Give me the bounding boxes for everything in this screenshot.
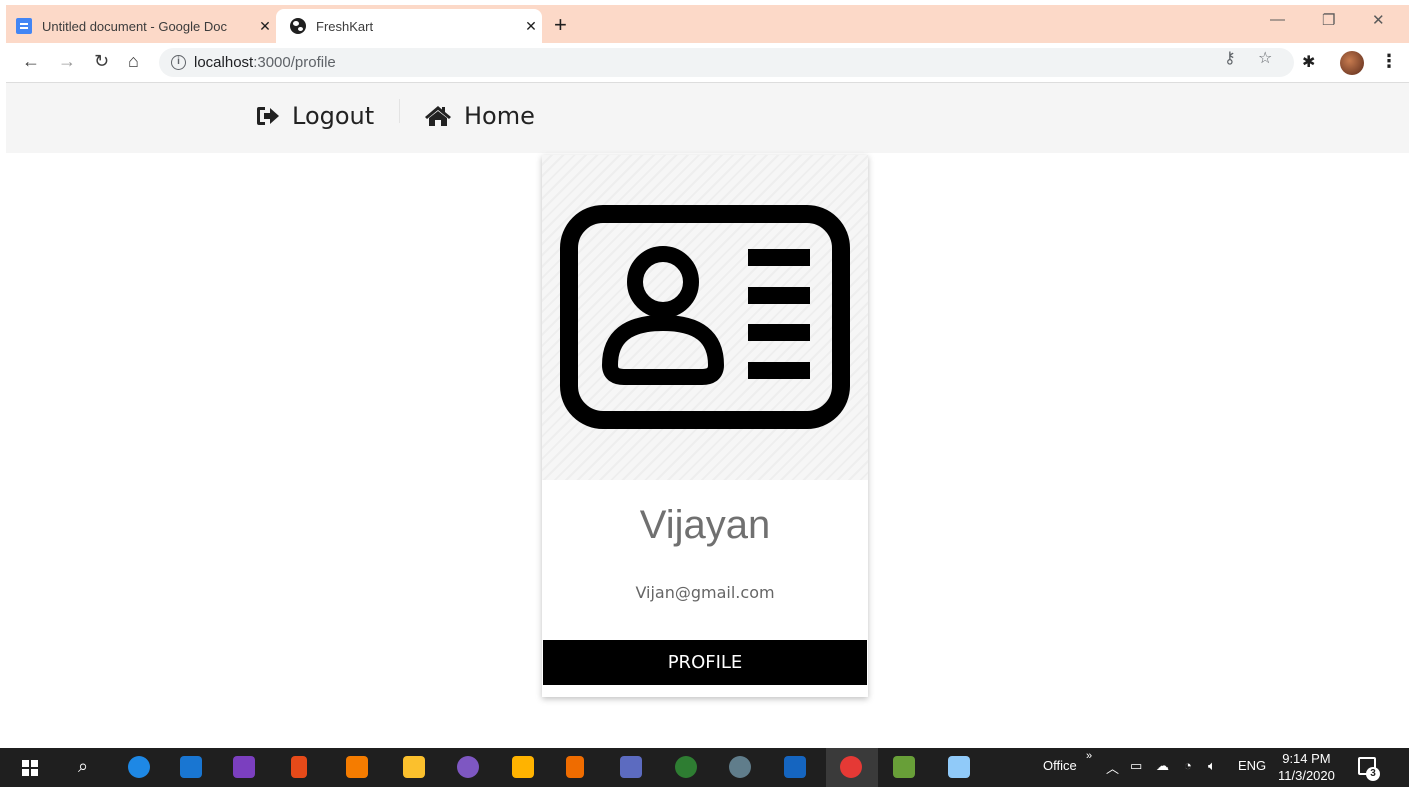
tab-freshkart[interactable]: FreshKart ✕ <box>276 9 542 43</box>
office-icon[interactable] <box>291 756 307 778</box>
globe-icon <box>290 18 306 34</box>
tab-google-docs[interactable]: Untitled document - Google Doc ✕ <box>16 9 276 43</box>
chevron-up-icon[interactable]: ︿ <box>1106 758 1119 777</box>
search-icon[interactable]: ⌕ <box>78 756 88 777</box>
paint-icon[interactable] <box>893 756 915 778</box>
clock-time: 9:14 PM <box>1282 751 1331 766</box>
r-studio-icon[interactable] <box>729 756 751 778</box>
profile-name: Vijayan <box>639 503 771 547</box>
window-app-icon[interactable] <box>784 756 806 778</box>
tab-label: Untitled document - Google Doc <box>42 18 227 34</box>
back-button[interactable]: ← <box>22 51 40 72</box>
browser-toolbar: ← → ↻ ⌂ i localhost:3000/profile ⚷ ☆ ✱ ⋮ <box>6 43 1409 83</box>
address-bar[interactable]: i localhost:3000/profile <box>159 48 1294 77</box>
menu-icon[interactable]: ⋮ <box>1380 51 1398 72</box>
notepad-icon[interactable] <box>948 756 970 778</box>
logout-label: Logout <box>292 102 375 130</box>
file-explorer-icon[interactable] <box>512 756 534 778</box>
edge-icon[interactable] <box>128 756 150 778</box>
restore-button[interactable]: ❐ <box>1322 11 1335 29</box>
star-icon[interactable]: ☆ <box>1258 48 1272 68</box>
id-card-icon <box>560 205 850 429</box>
top-navigation: Logout Home <box>6 83 1409 153</box>
profile-card: Vijayan Vijan@gmail.com PROFILE <box>542 155 868 697</box>
logout-link[interactable]: Logout <box>256 98 374 134</box>
forward-button[interactable]: → <box>58 51 76 72</box>
sign-out-icon <box>256 105 280 127</box>
windows-taskbar: ⌕ Office » ︿ ▭ ☁ ◔ 🔈︎ ENG 9:14 PM 11/3/2… <box>0 748 1409 787</box>
home-button[interactable]: ⌂ <box>128 51 139 72</box>
battery-icon[interactable]: ▭ <box>1130 758 1142 774</box>
language-indicator[interactable]: ENG <box>1238 758 1266 773</box>
url-path: :3000/profile <box>253 54 336 71</box>
office-toolbar-label[interactable]: Office <box>1043 758 1077 773</box>
extensions-icon[interactable]: ✱ <box>1302 52 1315 72</box>
info-icon[interactable]: i <box>171 55 186 70</box>
windows-start-icon[interactable] <box>22 760 38 776</box>
new-tab-button[interactable]: + <box>554 12 567 38</box>
nav-divider <box>399 99 400 123</box>
sticky-notes-icon[interactable] <box>403 756 425 778</box>
wifi-icon[interactable]: ◔ <box>1184 758 1192 773</box>
clock[interactable]: 9:14 PM 11/3/2020 <box>1278 750 1335 784</box>
whatsapp-icon[interactable] <box>675 756 697 778</box>
visual-studio-icon[interactable] <box>233 756 255 778</box>
chrome-icon[interactable] <box>840 756 862 778</box>
minimize-button[interactable]: — <box>1270 11 1285 28</box>
profile-image <box>542 155 868 480</box>
google-docs-icon <box>16 18 32 34</box>
close-window-button[interactable]: ✕ <box>1372 11 1385 29</box>
url-host: localhost <box>194 54 254 71</box>
home-link[interactable]: Home <box>424 98 535 134</box>
profile-email: Vijan@gmail.com <box>635 583 775 602</box>
page-content: Logout Home Vijayan Vijan@gmail.com PROF… <box>6 83 1409 748</box>
profile-button[interactable]: PROFILE <box>543 640 867 685</box>
close-icon[interactable]: ✕ <box>254 18 276 35</box>
close-icon[interactable]: ✕ <box>520 18 542 35</box>
volume-icon[interactable]: 🔈︎ <box>1208 758 1216 774</box>
tab-label: FreshKart <box>316 18 374 34</box>
cloud-icon[interactable]: ☁ <box>1156 758 1169 774</box>
reload-button[interactable]: ↻ <box>94 51 109 72</box>
xampp-icon[interactable] <box>346 756 368 778</box>
sublime-text-icon[interactable] <box>566 756 584 778</box>
screen: Untitled document - Google Doc ✕ FreshKa… <box>0 0 1409 787</box>
browser-tab-bar: Untitled document - Google Doc ✕ FreshKa… <box>6 5 1409 43</box>
vscode-icon[interactable] <box>180 756 202 778</box>
home-label: Home <box>464 102 535 130</box>
home-icon <box>424 105 452 127</box>
clock-date: 11/3/2020 <box>1278 768 1335 783</box>
teams-icon[interactable] <box>620 756 642 778</box>
key-icon[interactable]: ⚷ <box>1224 48 1236 68</box>
avatar[interactable] <box>1340 51 1364 75</box>
notification-badge: 3 <box>1366 767 1380 781</box>
github-desktop-icon[interactable] <box>457 756 479 778</box>
chevron-right-icon[interactable]: » <box>1086 750 1092 762</box>
